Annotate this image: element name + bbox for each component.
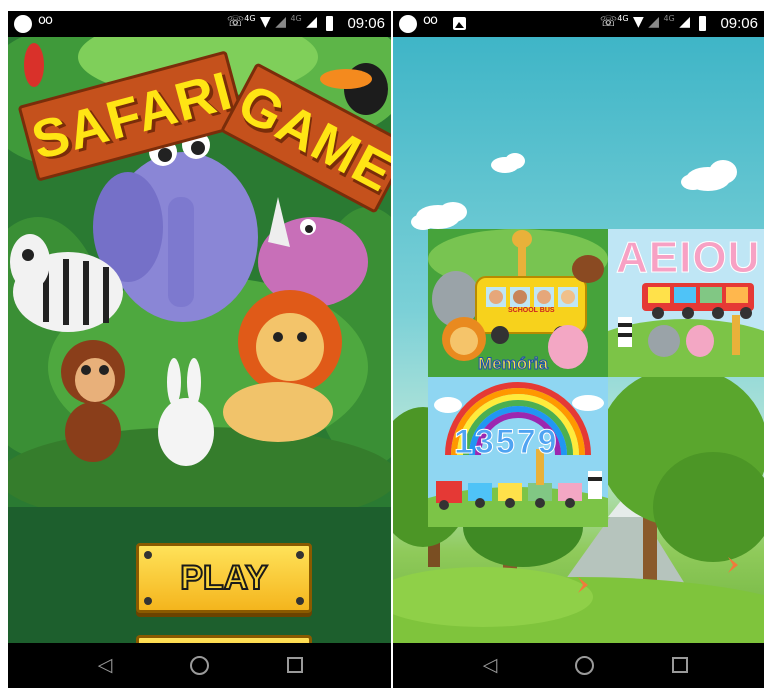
numbers-game-tile[interactable]: 13579 [428, 377, 608, 527]
navigation-bar: ◁ [8, 643, 391, 688]
wifi-icon: ▼ [633, 14, 644, 30]
play-button-label: PLAY [179, 558, 269, 598]
signal-icon: ◢ [306, 14, 317, 30]
home-icon[interactable] [573, 654, 595, 676]
home-icon[interactable] [188, 654, 210, 676]
voicemail-icon: oo [423, 13, 438, 28]
status-time: 09:06 [720, 15, 758, 32]
vowels-game-label: AEIOU [615, 233, 761, 283]
battery-icon [699, 16, 706, 31]
signal-icon-dim: ◢ [275, 14, 287, 30]
navigation-bar: ◁ [393, 643, 764, 688]
play-button[interactable]: PLAY [136, 543, 312, 613]
school-bus-text: SCHOOL BUS [508, 307, 555, 314]
status-bar: oo ☏4G ▼ ◢ 4G ◢ 09:06 [393, 11, 764, 37]
memory-game-tile[interactable]: SCHOOL BUS Memória [428, 229, 608, 377]
numbers-game-label: 13579 [454, 423, 559, 462]
rivet-icon [144, 597, 152, 605]
game-selection-screen: SCHOOL BUS Memória AEIOU 13579 [393, 37, 764, 643]
voicemail-icon: oo [38, 13, 53, 28]
back-icon[interactable]: ◁ [94, 654, 116, 676]
status-icons: ☏4G ▼ ◢ 4G ◢ [599, 14, 690, 30]
rivet-icon [296, 597, 304, 605]
call-volte-icon: ☏4G [599, 14, 629, 30]
recent-apps-icon[interactable] [669, 654, 691, 676]
status-icons: ☏4G ▼ ◢ 4G ◢ [226, 14, 317, 30]
battery-icon [326, 16, 333, 31]
wifi-icon: ▼ [260, 14, 271, 30]
back-icon[interactable]: ◁ [479, 654, 501, 676]
status-time: 09:06 [347, 15, 385, 32]
vowels-game-tile[interactable]: AEIOU [608, 229, 764, 377]
image-notification-icon [453, 17, 466, 30]
safari-game-menu: SAFARI GAME PLAY [8, 37, 391, 643]
call-volte-icon: ☏4G [226, 14, 256, 30]
memory-game-label: Memória [478, 354, 549, 374]
phone-screen-left: oo ☏4G ▼ ◢ 4G ◢ 09:06 SAFARI GAME PLAY ◁ [8, 0, 391, 688]
menu-button-partial[interactable] [136, 635, 312, 643]
notification-dot-icon [399, 15, 417, 33]
status-bar: oo ☏4G ▼ ◢ 4G ◢ 09:06 [8, 11, 391, 37]
notification-dot-icon [14, 15, 32, 33]
signal-icon-dim: ◢ [648, 14, 660, 30]
phone-screen-right: oo ☏4G ▼ ◢ 4G ◢ 09:06 SCHOOL BUS Memória… [393, 0, 764, 688]
signal-icon: ◢ [679, 14, 690, 30]
rivet-icon [144, 551, 152, 559]
rivet-icon [296, 551, 304, 559]
recent-apps-icon[interactable] [284, 654, 306, 676]
